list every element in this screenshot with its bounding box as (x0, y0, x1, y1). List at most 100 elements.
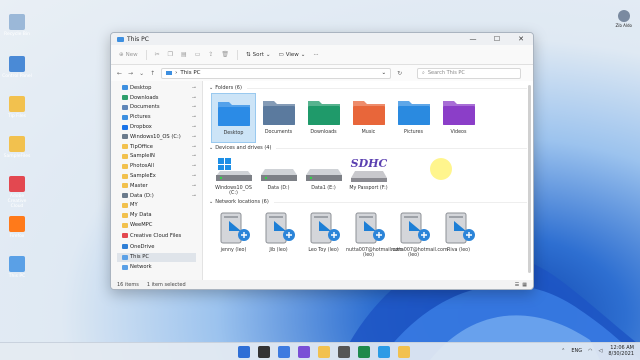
sidebar-item-label: Documents (130, 104, 160, 111)
sidebar-item[interactable]: WeeMPC (117, 220, 202, 230)
wifi-icon[interactable]: ◠ (588, 348, 592, 354)
cut-icon[interactable]: ✂ (155, 51, 160, 58)
sidebar-item[interactable]: TipOffice ⊸ (117, 142, 202, 152)
drive-item[interactable]: SDHC My Passport (F:) (346, 153, 391, 197)
sidebar-item[interactable]: Dropbox ⊸ (117, 122, 202, 132)
new-button[interactable]: ⊕ New (119, 52, 138, 58)
sidebar-item[interactable]: Downloads ⊸ (117, 93, 202, 103)
folders-group-header[interactable]: ⌄ Folders (6) (209, 85, 527, 91)
rename-icon[interactable]: ▭ (195, 51, 201, 58)
recent-icon[interactable]: ⌄ (139, 70, 144, 77)
sidebar-item[interactable]: Documents ⊸ (117, 103, 202, 113)
tiles-view-icon[interactable]: ▦ (522, 282, 527, 288)
drive-item[interactable]: Data (D:) (256, 153, 301, 197)
sidebar-item[interactable]: MY (117, 201, 202, 211)
user-name: Zib Aldo (615, 23, 633, 28)
folder-item[interactable]: Downloads (301, 93, 346, 143)
sidebar-item[interactable]: Master ⊸ (117, 181, 202, 191)
sidebar-item[interactable]: Windows10_OS (C:) ⊸ (117, 132, 202, 142)
folder-item[interactable]: Videos (436, 93, 481, 143)
sidebar-item[interactable]: SampleEx ⊸ (117, 171, 202, 181)
sidebar-item-label: Master (130, 182, 148, 189)
desktop-icon[interactable]: Recycle Bin (2, 14, 32, 37)
desktop-icon[interactable]: Adobe Creative Cloud (2, 176, 32, 209)
vertical-scrollbar[interactable] (528, 85, 531, 273)
close-button[interactable]: ✕ (509, 35, 533, 43)
breadcrumb-sep: › (175, 70, 178, 76)
details-view-icon[interactable]: ☰ (515, 282, 519, 288)
status-bar: 16 items 1 item selected ☰ ▦ (111, 280, 533, 289)
user-badge[interactable]: Zib Aldo (615, 10, 633, 28)
taskbar-app-icon[interactable] (298, 346, 310, 358)
copy-icon[interactable]: ❐ (168, 51, 173, 58)
minimize-button[interactable]: — (461, 35, 485, 43)
maximize-button[interactable]: ☐ (485, 35, 509, 43)
pin-icon: ⊸ (191, 84, 196, 91)
sidebar-item[interactable]: Creative Cloud Files (117, 231, 202, 241)
search-icon[interactable] (258, 346, 270, 358)
clock[interactable]: 12:06 AM 8/30/2021 (608, 345, 634, 357)
start-icon[interactable] (238, 346, 250, 358)
drive-item[interactable]: Data1 (E:) (301, 153, 346, 197)
folder-item[interactable]: Music (346, 93, 391, 143)
taskbar-app-icon[interactable] (278, 346, 290, 358)
forward-icon[interactable]: → (128, 70, 133, 77)
desktop-icon-glyph (9, 96, 25, 112)
desktop-icon[interactable]: Control Panel (2, 56, 32, 79)
address-bar[interactable]: › This PC ⌄ (161, 67, 392, 79)
folder-item[interactable]: Pictures (391, 93, 436, 143)
language-indicator[interactable]: ENG (571, 348, 582, 354)
delete-icon[interactable]: 🗑 (221, 51, 229, 58)
sidebar-item[interactable]: Pictures ⊸ (117, 112, 202, 122)
desktop-icon[interactable]: SampleFiles (2, 136, 32, 159)
share-icon[interactable]: ⇪ (208, 51, 213, 58)
desktop-icon[interactable]: Tip Files (2, 96, 32, 119)
network-location-item[interactable]: nutta007@hotmail.com (leo) (346, 207, 403, 258)
taskbar-app-icon[interactable] (358, 346, 370, 358)
volume-icon[interactable]: ◁ (599, 348, 603, 354)
sidebar-item[interactable]: This PC (117, 252, 196, 263)
desktop-icon[interactable]: Firefox (2, 216, 32, 239)
taskbar-app-icon[interactable] (398, 346, 410, 358)
folder-icon (122, 233, 128, 239)
view-button[interactable]: ▭ View ⌄ (279, 52, 306, 58)
folder-icon (256, 97, 301, 127)
drives-group-header[interactable]: ⌄ Devices and drives (4) (209, 145, 527, 151)
back-icon[interactable]: ← (117, 70, 122, 77)
refresh-icon[interactable]: ↻ (397, 70, 402, 77)
sidebar-item[interactable]: PhotosAll ⊸ (117, 161, 202, 171)
network-group-header[interactable]: ⌄ Network locations (6) (209, 199, 527, 205)
taskbar-app-icon[interactable] (338, 346, 350, 358)
folder-item[interactable]: Documents (256, 93, 301, 143)
taskbar-app-icon[interactable] (318, 346, 330, 358)
sidebar-item[interactable]: My Data (117, 210, 202, 220)
window-tab[interactable]: This PC (117, 36, 149, 43)
breadcrumb[interactable]: This PC (180, 70, 200, 76)
paste-icon[interactable]: ▤ (181, 51, 187, 58)
more-button[interactable]: ··· (313, 52, 318, 58)
sidebar-item-label: TipOffice (130, 143, 153, 150)
network-location-item[interactable]: Jib (leo) (256, 207, 301, 253)
sidebar-item[interactable]: SampleIN ⊸ (117, 152, 202, 162)
folder-item[interactable]: Desktop (211, 93, 256, 143)
drive-item[interactable]: Windows10_OS (C:) (211, 153, 256, 197)
sidebar-item[interactable]: Network (117, 262, 202, 272)
chevron-up-icon[interactable]: ⌃ (561, 348, 565, 354)
sidebar-item-label: SampleIN (130, 153, 155, 160)
sidebar-item[interactable]: Data (D:) ⊸ (117, 191, 202, 201)
network-location-item[interactable]: Riva (leo) (436, 207, 481, 253)
folder-icon (122, 183, 128, 189)
network-location-item[interactable]: jenny (leo) (211, 207, 256, 253)
sidebar-item[interactable]: Desktop ⊸ (117, 83, 202, 93)
search-input[interactable]: ⌕ Search This PC (417, 67, 521, 79)
drive-label: Data (D:) (267, 186, 290, 191)
network-location-item[interactable]: nutta007@hotmail.com (leo) (391, 207, 448, 258)
folder-icon (436, 97, 481, 127)
sort-button[interactable]: ⇅ Sort ⌄ (246, 52, 271, 58)
up-icon[interactable]: ↑ (150, 70, 155, 77)
desktop-icon[interactable]: This PC (2, 256, 32, 279)
sidebar-item[interactable]: OneDrive (117, 242, 202, 252)
network-location-item[interactable]: Leo Toy (leo) (301, 207, 346, 253)
taskbar-app-icon[interactable] (378, 346, 390, 358)
chevron-down-icon[interactable]: ⌄ (382, 70, 387, 76)
